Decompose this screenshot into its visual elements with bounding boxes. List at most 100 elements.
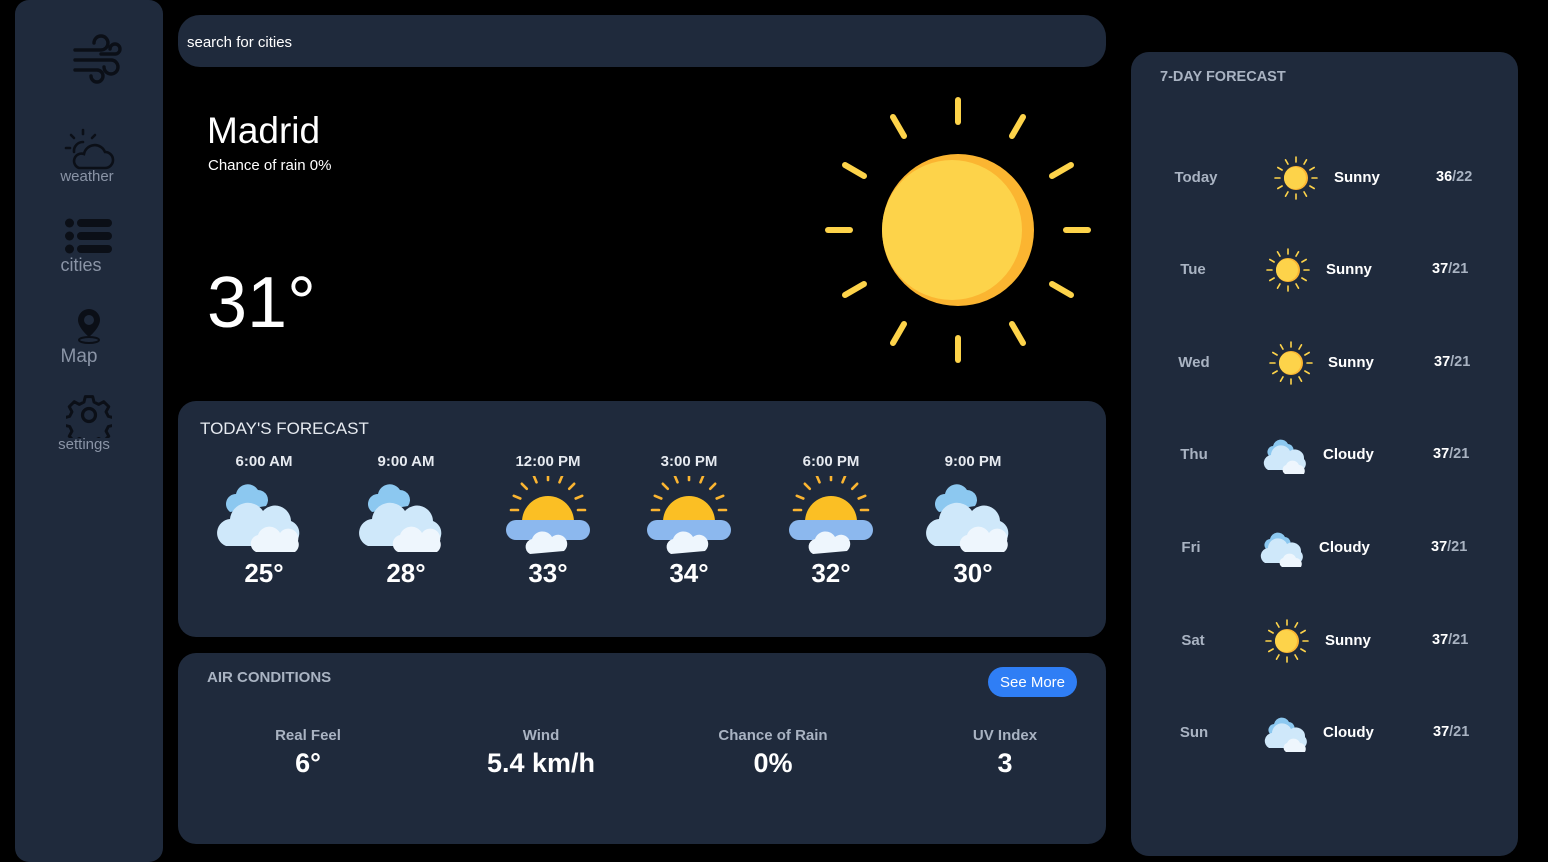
hour-temperature: 30°	[953, 558, 993, 588]
metric-label: UV Index	[972, 727, 1038, 744]
day-high: 37	[1433, 446, 1450, 462]
hour-time: 6:00 AM	[235, 453, 293, 470]
list-icon	[65, 218, 112, 254]
day-condition: Sunny	[1334, 169, 1380, 186]
day-name: Today	[1174, 169, 1218, 186]
daily-forecast-row: Wed Sunny 37/21	[1131, 338, 1518, 388]
partly-cloudy-icon	[64, 128, 115, 170]
see-more-button[interactable]: See More	[988, 667, 1077, 697]
day-name: Sat	[1181, 632, 1205, 649]
wind-logo-icon	[73, 34, 122, 84]
day-low: /21	[1447, 539, 1468, 555]
nav-weather[interactable]: weather	[15, 128, 163, 185]
nav-weather-label: weather	[60, 168, 114, 185]
nav-map-label: Map	[60, 346, 98, 367]
day-temperature: 37/21	[1434, 354, 1470, 370]
day-temperature: 37/21	[1431, 539, 1467, 555]
cloudy-icon	[1264, 717, 1307, 752]
cloudy-icon	[1260, 532, 1303, 567]
day-condition: Cloudy	[1323, 446, 1374, 463]
hour-time: 12:00 PM	[515, 453, 581, 470]
todays-forecast-panel: TODAY'S FORECAST 6:00 AM 25° 9:00 AM 28° 12:…	[178, 401, 1106, 637]
gear-icon	[66, 395, 112, 438]
hourly-forecast-item: 6:00 PM 32°	[766, 453, 896, 589]
daily-forecast-row: Thu Cloudy 37/21	[1131, 430, 1518, 480]
todays-forecast-title: TODAY'S FORECAST	[200, 419, 369, 438]
daily-forecast-row: Sun Cloudy 37/21	[1131, 708, 1518, 758]
search-bar	[178, 15, 1106, 69]
metric-label: Real Feel	[275, 727, 341, 744]
cloudy-icon	[1263, 439, 1306, 474]
day-low: /21	[1449, 446, 1470, 462]
sun-icon	[1269, 341, 1313, 385]
day-condition: Sunny	[1326, 261, 1372, 278]
metric-value: 5.4 km/h	[486, 748, 596, 778]
hourly-forecast-item: 12:00 PM 33°	[483, 453, 613, 589]
day-temperature: 37/21	[1432, 261, 1468, 277]
hour-temperature: 33°	[528, 558, 568, 588]
day-temperature: 37/21	[1433, 724, 1469, 740]
partly-sunny-icon	[647, 476, 731, 554]
metric-real-feel: Real Feel 6°	[198, 727, 418, 779]
cloudy-icon	[217, 484, 300, 552]
daily-forecast-row: Sat Sunny 37/21	[1131, 616, 1518, 666]
nav-map[interactable]: Map	[15, 308, 163, 368]
hour-temperature: 32°	[811, 558, 851, 588]
day-condition: Sunny	[1325, 632, 1371, 649]
hour-time: 9:00 AM	[377, 453, 435, 470]
seven-day-forecast-panel: 7-DAY FORECAST Today Sunny 36/22 Tue Sunny 37…	[1131, 52, 1518, 856]
day-low: /21	[1448, 261, 1469, 277]
map-pin-icon	[78, 309, 100, 344]
day-low: /21	[1450, 354, 1471, 370]
search-input[interactable]	[185, 15, 1089, 69]
metric-wind: Wind 5.4 km/h	[431, 727, 651, 779]
air-conditions-panel: AIR CONDITIONS See More Real Feel 6° Win…	[178, 653, 1106, 844]
nav-settings-label: settings	[58, 436, 110, 453]
sun-icon	[1265, 619, 1309, 663]
city-name: Madrid	[207, 110, 321, 151]
metric-value: 3	[997, 748, 1013, 778]
cloudy-icon	[926, 484, 1009, 552]
metric-chance-of-rain: Chance of Rain 0%	[663, 727, 883, 779]
metric-label: Wind	[522, 727, 560, 744]
nav-cities[interactable]: cities	[15, 218, 163, 276]
hour-time: 3:00 PM	[660, 453, 718, 470]
day-high: 37	[1432, 632, 1449, 648]
day-name: Wed	[1178, 354, 1210, 371]
day-low: /21	[1448, 632, 1469, 648]
day-low: /21	[1449, 724, 1470, 740]
rain-chance: Chance of rain 0%	[208, 157, 332, 174]
day-temperature: 37/21	[1432, 632, 1468, 648]
hourly-forecast-item: 6:00 AM 25°	[199, 453, 329, 589]
day-condition: Cloudy	[1319, 539, 1370, 556]
sidebar: weather cities Map settings	[15, 0, 163, 862]
day-high: 36	[1436, 169, 1453, 185]
hourly-forecast-item: 3:00 PM 34°	[624, 453, 754, 589]
day-low: /22	[1452, 169, 1473, 185]
nav-cities-label: cities	[60, 255, 102, 275]
air-conditions-title: AIR CONDITIONS	[207, 669, 332, 686]
partly-sunny-icon	[506, 476, 590, 554]
day-high: 37	[1431, 539, 1448, 555]
hour-time: 6:00 PM	[802, 453, 860, 470]
day-name: Tue	[1180, 261, 1206, 278]
daily-forecast-row: Fri Cloudy 37/21	[1131, 523, 1518, 573]
day-name: Thu	[1180, 446, 1208, 463]
day-temperature: 36/22	[1436, 169, 1472, 185]
hour-temperature: 28°	[386, 558, 426, 588]
hour-temperature: 34°	[669, 558, 709, 588]
day-name: Fri	[1181, 539, 1201, 556]
hour-time: 9:00 PM	[944, 453, 1002, 470]
day-high: 37	[1432, 261, 1449, 277]
daily-forecast-row: Today Sunny 36/22	[1131, 153, 1518, 203]
sun-icon	[1266, 248, 1310, 292]
daily-forecast-row: Tue Sunny 37/21	[1131, 245, 1518, 295]
hourly-forecast-item: 9:00 PM 30°	[908, 453, 1038, 589]
hour-temperature: 25°	[244, 558, 284, 588]
hourly-forecast-item: 9:00 AM 28°	[341, 453, 471, 589]
metric-value: 6°	[295, 748, 321, 778]
cloudy-icon	[359, 484, 442, 552]
nav-settings[interactable]: settings	[15, 392, 163, 453]
sun-icon	[825, 97, 1091, 363]
metric-value: 0%	[753, 748, 793, 778]
